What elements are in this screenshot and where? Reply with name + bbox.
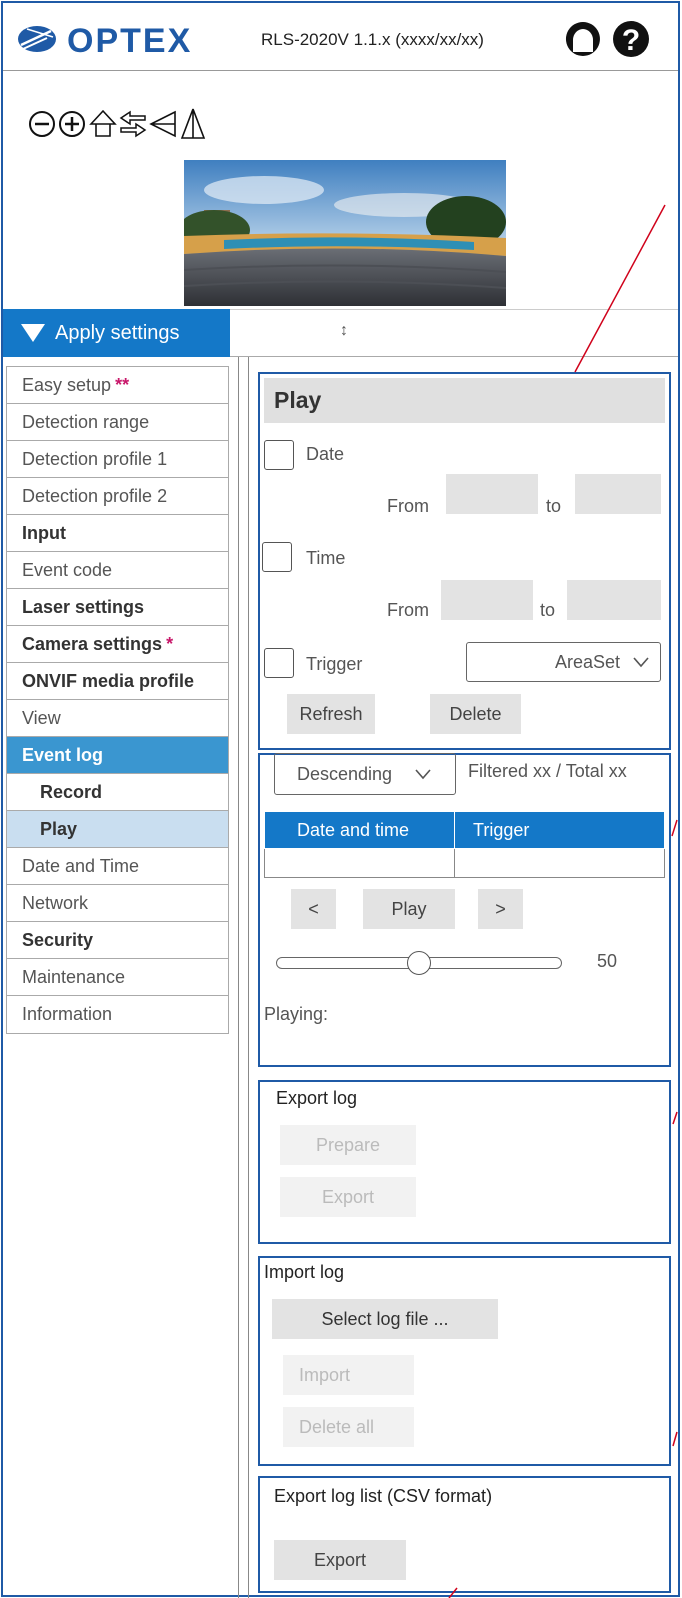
menu-item-detection-profile-2[interactable]: Detection profile 2 [7,478,228,515]
menu-item-view[interactable]: View [7,700,228,737]
zoom-in-icon[interactable] [58,104,88,144]
trigger-checkbox[interactable] [264,648,294,678]
export-log-panel: Export log Prepare Export [258,1080,671,1244]
svg-text:?: ? [622,24,640,57]
to-label: to [540,600,556,620]
play-button[interactable]: Play [363,889,455,929]
menu-item-play[interactable]: Play [7,811,228,848]
export-csv-title: Export log list (CSV format) [274,1486,493,1506]
log-table: Date and time Trigger [264,811,665,878]
required-mark: * [166,633,174,654]
trigger-select[interactable]: AreaSet [466,642,661,682]
logo-text: OPTEX [67,22,192,57]
menu-item-event-code[interactable]: Event code [7,552,228,589]
export-log-title: Export log [276,1088,358,1108]
export-button[interactable]: Export [280,1177,416,1217]
menu-item-record[interactable]: Record [7,774,228,811]
table-row[interactable] [264,848,665,878]
play-panel: Play Date From to Time From to Trigger A… [258,372,671,750]
time-label: Time [306,548,346,568]
date-checkbox[interactable] [264,440,294,470]
column-header-date-and-time[interactable]: Date and time [264,811,455,849]
date-label: Date [306,444,345,464]
previous-button[interactable]: < [291,889,336,929]
menu-item-onvif-media-profile[interactable]: ONVIF media profile [7,663,228,700]
menu-item-detection-range[interactable]: Detection range [7,404,228,441]
menu-item-input[interactable]: Input [7,515,228,552]
from-label: From [387,600,429,620]
view-toolbar [28,104,208,148]
date-from-input[interactable] [446,474,538,514]
menu-item-easy-setup[interactable]: Easy setup ** [7,367,228,404]
import-log-title: Import log [264,1262,345,1282]
trigger-label: Trigger [306,654,363,674]
playback-slider-thumb[interactable] [407,951,431,975]
time-from-input[interactable] [441,580,533,620]
menu-item-camera-settings[interactable]: Camera settings * [7,626,228,663]
export-csv-button[interactable]: Export [274,1540,406,1580]
import-button[interactable]: Import [283,1355,414,1395]
chevron-down-icon [633,657,649,668]
swap-icon[interactable] [118,104,148,144]
order-select-value: Descending [297,763,393,784]
menu-item-laser-settings[interactable]: Laser settings [7,589,228,626]
required-mark: ** [115,374,130,395]
divider [248,357,249,1598]
delete-button[interactable]: Delete [430,694,521,734]
import-log-panel: Import log Select log file ... Import De… [258,1256,671,1466]
apply-settings-button[interactable]: Apply settings [3,309,230,357]
camera-preview[interactable] [184,160,506,306]
menu-item-maintenance[interactable]: Maintenance [7,959,228,996]
help-icon[interactable]: ? [611,19,651,59]
flip-icon[interactable] [148,104,178,144]
zoom-out-icon[interactable] [28,104,58,144]
export-csv-panel: Export log list (CSV format) Export [258,1476,671,1593]
trigger-select-value: AreaSet [554,651,620,672]
next-button[interactable]: > [478,889,523,929]
from-label: From [387,496,429,516]
select-log-file-button[interactable]: Select log file ... [272,1299,498,1339]
header: OPTEX RLS-2020V 1.1.x (xxxx/xx/xx) ? [3,3,678,71]
time-checkbox[interactable] [262,542,292,572]
menu-item-security[interactable]: Security [7,922,228,959]
menu-item-detection-profile-1[interactable]: Detection profile 1 [7,441,228,478]
slider-value: 50 [597,951,618,971]
account-icon[interactable] [563,19,603,59]
chevron-down-icon [415,769,431,780]
settings-menu: Easy setup ** Detection range Detection p… [6,366,229,1034]
menu-item-network[interactable]: Network [7,885,228,922]
triangle-down-icon [21,324,45,342]
optex-logo: OPTEX [18,22,192,57]
time-to-input[interactable] [567,580,661,620]
model-version: RLS-2020V 1.1.x (xxxx/xx/xx) [261,30,484,49]
order-select[interactable]: Descending [274,753,456,795]
log-list-panel: Descending Filtered xx / Total xx Date a… [258,753,671,1067]
menu-item-information[interactable]: Information [7,996,228,1033]
to-label: to [546,496,562,516]
refresh-button[interactable]: Refresh [287,694,375,734]
mirror-icon[interactable] [178,104,208,144]
prepare-button[interactable]: Prepare [280,1125,416,1165]
menu-item-date-and-time[interactable]: Date and Time [7,848,228,885]
date-to-input[interactable] [575,474,661,514]
apply-settings-label: Apply settings [55,321,180,344]
column-header-trigger[interactable]: Trigger [454,811,665,849]
delete-all-button[interactable]: Delete all [283,1407,414,1447]
playing-label: Playing: [264,1004,329,1024]
home-icon[interactable] [88,104,118,144]
filter-count: Filtered xx / Total xx [468,761,627,781]
play-title: Play [264,378,665,423]
menu-item-event-log[interactable]: Event log [7,737,228,774]
resize-handle[interactable]: ↕ [340,322,348,340]
divider [238,357,239,1598]
